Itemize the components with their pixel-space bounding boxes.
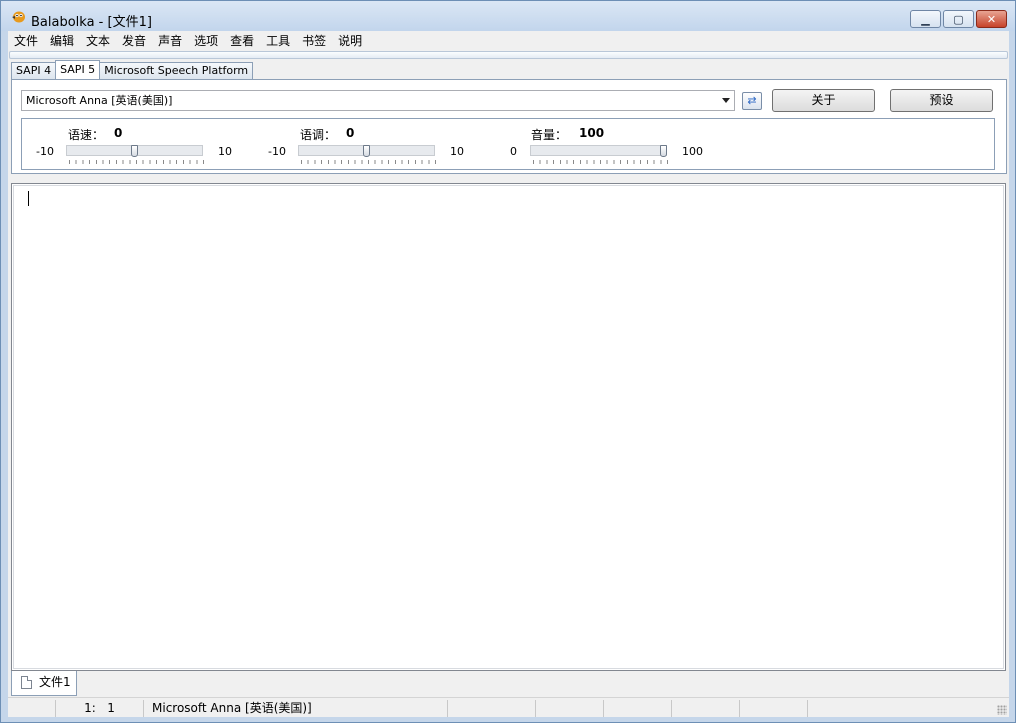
voice-dropdown-value: Microsoft Anna [英语(美国)] <box>26 94 173 107</box>
menu-bar: 文件 编辑 文本 发音 声音 选项 查看 工具 书签 说明 <box>8 31 1009 51</box>
preset-button[interactable]: 预设 <box>890 89 993 112</box>
document-tab[interactable]: 文件1 <box>11 671 77 696</box>
rate-label: 语速： <box>68 128 105 142</box>
editor-content[interactable] <box>13 185 1004 669</box>
document-tabs: 文件1 <box>11 671 1006 696</box>
menu-help[interactable]: 说明 <box>332 31 368 51</box>
menu-voice[interactable]: 声音 <box>152 31 188 51</box>
maximize-button[interactable]: ▢ <box>943 10 974 28</box>
menu-view[interactable]: 查看 <box>224 31 260 51</box>
volume-max: 100 <box>682 145 703 158</box>
menu-tools[interactable]: 工具 <box>260 31 296 51</box>
volume-slider-ticks <box>533 160 670 164</box>
about-button[interactable]: 关于 <box>772 89 875 112</box>
window-controls: ▁ ▢ ✕ <box>908 10 1007 29</box>
volume-min: 0 <box>510 145 517 158</box>
app-window: Balabolka - [文件1] ▁ ▢ ✕ 文件 编辑 文本 发音 声音 选… <box>0 0 1016 723</box>
engine-tabs: SAPI 4 SAPI 5 Microsoft Speech Platform <box>11 60 254 80</box>
close-button[interactable]: ✕ <box>976 10 1007 28</box>
text-caret <box>28 191 29 206</box>
status-cell-2 <box>536 700 604 717</box>
voice-parameters: 语速： 0 -10 10 语调： 0 -10 10 音量： 100 0 100 <box>21 118 995 170</box>
volume-label: 音量： <box>531 128 568 142</box>
pitch-min: -10 <box>268 145 286 158</box>
volume-slider-track[interactable] <box>530 145 667 156</box>
menu-file[interactable]: 文件 <box>8 31 44 51</box>
sapi5-panel: Microsoft Anna [英语(美国)] ⇄ 关于 预设 语速： 0 -1… <box>11 79 1007 174</box>
status-voice: Microsoft Anna [英语(美国)] <box>144 700 448 717</box>
cursor-position: 1: 1 <box>56 700 144 717</box>
close-icon: ✕ <box>986 12 997 26</box>
minimize-button[interactable]: ▁ <box>910 10 941 28</box>
document-tab-label: 文件1 <box>39 675 71 689</box>
document-icon <box>21 676 32 689</box>
pitch-slider-ticks <box>301 160 438 164</box>
text-editor[interactable] <box>11 183 1006 671</box>
client-area: 文件 编辑 文本 发音 声音 选项 查看 工具 书签 说明 SAPI 4 SAP… <box>8 31 1009 717</box>
window-title: Balabolka - [文件1] <box>31 15 152 30</box>
rate-value: 0 <box>114 126 123 140</box>
status-cell-4 <box>672 700 740 717</box>
status-cell-5 <box>740 700 808 717</box>
menu-pronunciation[interactable]: 发音 <box>116 31 152 51</box>
resize-grip-icon[interactable] <box>997 705 1007 715</box>
tab-speech-platform[interactable]: Microsoft Speech Platform <box>99 62 254 79</box>
status-cell-3 <box>604 700 672 717</box>
title-bar[interactable]: Balabolka - [文件1] ▁ ▢ ✕ <box>1 1 1015 31</box>
menu-text[interactable]: 文本 <box>80 31 116 51</box>
refresh-icon: ⇄ <box>747 94 757 107</box>
volume-value: 100 <box>579 126 605 140</box>
maximize-icon: ▢ <box>953 12 964 26</box>
refresh-voices-button[interactable]: ⇄ <box>742 92 762 110</box>
pitch-label: 语调： <box>300 128 337 142</box>
menu-edit[interactable]: 编辑 <box>44 31 80 51</box>
menu-bookmarks[interactable]: 书签 <box>296 31 332 51</box>
menu-options[interactable]: 选项 <box>188 31 224 51</box>
minimize-icon: ▁ <box>921 12 930 26</box>
voice-dropdown[interactable]: Microsoft Anna [英语(美国)] <box>21 90 735 111</box>
rate-max: 10 <box>218 145 232 158</box>
parrot-app-icon <box>12 11 25 23</box>
rate-slider-thumb[interactable] <box>131 145 138 157</box>
rate-slider-ticks <box>69 160 206 164</box>
pitch-slider-thumb[interactable] <box>363 145 370 157</box>
volume-slider-thumb[interactable] <box>660 145 667 157</box>
chevron-down-icon <box>722 98 730 103</box>
toolbar-collapsed[interactable] <box>9 51 1008 59</box>
tab-sapi5[interactable]: SAPI 5 <box>55 60 101 80</box>
pitch-max: 10 <box>450 145 464 158</box>
pitch-value: 0 <box>346 126 355 140</box>
tab-sapi4[interactable]: SAPI 4 <box>11 62 57 79</box>
status-cell-1 <box>448 700 536 717</box>
status-cell-empty <box>8 700 56 717</box>
status-bar: 1: 1 Microsoft Anna [英语(美国)] <box>8 697 1009 717</box>
rate-min: -10 <box>36 145 54 158</box>
